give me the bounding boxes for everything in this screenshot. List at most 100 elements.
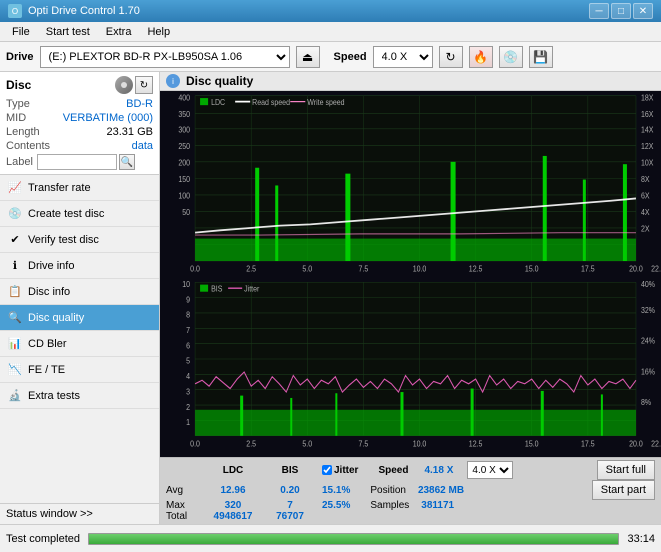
disc-mid-row: MID VERBATIMe (000) bbox=[6, 112, 153, 124]
menu-start-test[interactable]: Start test bbox=[38, 24, 98, 40]
svg-text:400: 400 bbox=[178, 93, 190, 103]
svg-text:18X: 18X bbox=[641, 93, 653, 103]
charts-wrapper: 400 350 300 250 200 150 100 50 18X 16X 1… bbox=[160, 91, 661, 457]
disc-contents-label: Contents bbox=[6, 140, 50, 152]
svg-text:8X: 8X bbox=[641, 174, 650, 184]
minimize-button[interactable]: ─ bbox=[589, 3, 609, 19]
title-bar: O Opti Drive Control 1.70 ─ □ ✕ bbox=[0, 0, 661, 22]
title-bar-left: O Opti Drive Control 1.70 bbox=[8, 4, 140, 18]
svg-text:16X: 16X bbox=[641, 109, 653, 119]
svg-text:10.0: 10.0 bbox=[413, 264, 427, 274]
drive-selector[interactable]: (E:) PLEXTOR BD-R PX-LB950SA 1.06 bbox=[40, 46, 290, 68]
svg-text:1: 1 bbox=[186, 418, 190, 428]
transfer-rate-icon: 📈 bbox=[8, 181, 22, 195]
svg-text:32%: 32% bbox=[641, 305, 655, 315]
svg-text:300: 300 bbox=[178, 125, 190, 135]
status-text: Test completed bbox=[6, 533, 80, 545]
nav-disc-quality[interactable]: 🔍 Disc quality bbox=[0, 305, 159, 331]
speed-stats-selector[interactable]: 4.0 X bbox=[467, 461, 513, 479]
disc-mid-value: VERBATIMe (000) bbox=[63, 112, 153, 124]
svg-text:20.0: 20.0 bbox=[629, 264, 643, 274]
verify-test-disc-icon: ✔ bbox=[8, 233, 22, 247]
menu-help[interactable]: Help bbox=[139, 24, 178, 40]
avg-label: Avg bbox=[166, 485, 196, 496]
nav-transfer-rate[interactable]: 📈 Transfer rate bbox=[0, 175, 159, 201]
disc-icon bbox=[115, 76, 133, 94]
burn-button[interactable]: 🔥 bbox=[469, 46, 493, 68]
close-button[interactable]: ✕ bbox=[633, 3, 653, 19]
svg-text:17.5: 17.5 bbox=[581, 264, 595, 274]
menu-bar: File Start test Extra Help bbox=[0, 22, 661, 42]
jitter-checkbox[interactable] bbox=[322, 465, 332, 475]
disc-refresh-btn[interactable]: ↻ bbox=[135, 76, 153, 94]
status-window-button[interactable]: Status window >> bbox=[6, 508, 93, 520]
svg-text:7.5: 7.5 bbox=[359, 439, 369, 449]
disc-quality-icon: 🔍 bbox=[8, 311, 22, 325]
disc-label-input[interactable] bbox=[37, 154, 117, 170]
stats-panel: LDC BIS Jitter Speed 4.18 X 4.0 X Start … bbox=[160, 457, 661, 524]
position-value: 23862 MB bbox=[418, 485, 464, 496]
svg-text:10: 10 bbox=[182, 279, 190, 289]
disc-type-row: Type BD-R bbox=[6, 98, 153, 110]
nav-verify-test-disc[interactable]: ✔ Verify test disc bbox=[0, 227, 159, 253]
nav-transfer-rate-label: Transfer rate bbox=[28, 182, 91, 194]
svg-text:12X: 12X bbox=[641, 141, 653, 151]
disc-mid-label: MID bbox=[6, 112, 26, 124]
nav-disc-quality-label: Disc quality bbox=[28, 312, 84, 324]
svg-text:22.5: 22.5 bbox=[651, 264, 661, 274]
progress-bar bbox=[88, 533, 619, 545]
nav-verify-test-disc-label: Verify test disc bbox=[28, 234, 99, 246]
disc-label-row: Label 🔍 bbox=[6, 154, 153, 170]
nav-fe-te[interactable]: 📉 FE / TE bbox=[0, 357, 159, 383]
svg-text:6X: 6X bbox=[641, 191, 650, 201]
content-area: i Disc quality bbox=[160, 72, 661, 524]
svg-text:5: 5 bbox=[186, 356, 190, 366]
svg-text:16%: 16% bbox=[641, 367, 655, 377]
nav-create-test-disc-label: Create test disc bbox=[28, 208, 104, 220]
nav-cd-bler[interactable]: 📊 CD Bler bbox=[0, 331, 159, 357]
nav-extra-tests-label: Extra tests bbox=[28, 390, 80, 402]
speed-selector[interactable]: 4.0 X bbox=[373, 46, 433, 68]
disc-header: Disc ↻ bbox=[6, 76, 153, 94]
save-button[interactable]: 💾 bbox=[529, 46, 553, 68]
progress-bar-fill bbox=[89, 534, 618, 544]
nav-drive-info-label: Drive info bbox=[28, 260, 74, 272]
chart-header: i Disc quality bbox=[160, 72, 661, 91]
svg-text:4: 4 bbox=[186, 372, 191, 382]
svg-text:15.0: 15.0 bbox=[525, 264, 539, 274]
nav-drive-info[interactable]: ℹ Drive info bbox=[0, 253, 159, 279]
stats-row-avg: Avg 12.96 0.20 15.1% Position 23862 MB S… bbox=[166, 480, 655, 500]
svg-text:7.5: 7.5 bbox=[359, 264, 369, 274]
samples-label: Samples bbox=[370, 500, 409, 511]
drive-toolbar: Drive (E:) PLEXTOR BD-R PX-LB950SA 1.06 … bbox=[0, 42, 661, 72]
disc-button[interactable]: 💿 bbox=[499, 46, 523, 68]
menu-file[interactable]: File bbox=[4, 24, 38, 40]
svg-text:3: 3 bbox=[186, 387, 190, 397]
start-full-button[interactable]: Start full bbox=[597, 460, 655, 480]
svg-text:7: 7 bbox=[186, 325, 190, 335]
svg-text:2: 2 bbox=[186, 402, 190, 412]
disc-length-label: Length bbox=[6, 126, 40, 138]
title-bar-controls: ─ □ ✕ bbox=[589, 3, 653, 19]
start-part-button[interactable]: Start part bbox=[592, 480, 655, 500]
disc-label-btn[interactable]: 🔍 bbox=[119, 154, 135, 170]
refresh-button[interactable]: ↻ bbox=[439, 46, 463, 68]
svg-text:Read speed: Read speed bbox=[252, 98, 290, 108]
svg-text:150: 150 bbox=[178, 174, 190, 184]
nav-create-test-disc[interactable]: 💿 Create test disc bbox=[0, 201, 159, 227]
max-bis: 7 bbox=[270, 500, 310, 511]
app-title: Opti Drive Control 1.70 bbox=[28, 5, 140, 17]
avg-ldc: 12.96 bbox=[208, 485, 258, 496]
eject-button[interactable]: ⏏ bbox=[296, 46, 320, 68]
maximize-button[interactable]: □ bbox=[611, 3, 631, 19]
nav-extra-tests[interactable]: 🔬 Extra tests bbox=[0, 383, 159, 409]
disc-type-label: Type bbox=[6, 98, 30, 110]
svg-text:12.5: 12.5 bbox=[469, 264, 483, 274]
app-icon: O bbox=[8, 4, 22, 18]
menu-extra[interactable]: Extra bbox=[98, 24, 140, 40]
nav-fe-te-label: FE / TE bbox=[28, 364, 65, 376]
svg-text:Jitter: Jitter bbox=[244, 284, 260, 294]
nav-disc-info[interactable]: 📋 Disc info bbox=[0, 279, 159, 305]
svg-text:15.0: 15.0 bbox=[525, 439, 539, 449]
total-bis: 76707 bbox=[270, 511, 310, 522]
